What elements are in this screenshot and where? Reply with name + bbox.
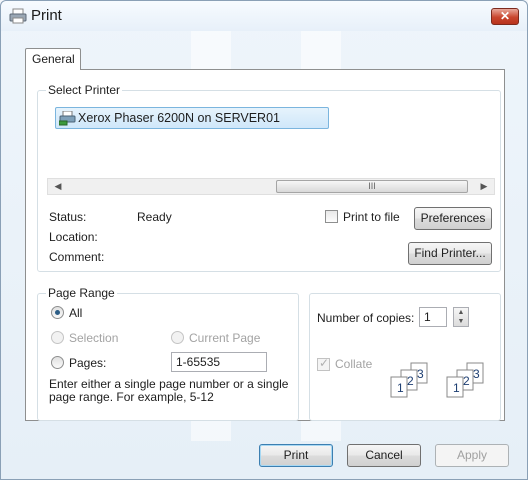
print-to-file-checkbox[interactable]	[325, 210, 338, 223]
title-bar: Print ✕	[1, 1, 527, 31]
status-value: Ready	[137, 210, 172, 224]
range-all-label[interactable]: All	[69, 306, 82, 320]
printer-list-scrollbar[interactable]: ◀ III ▶	[47, 178, 495, 195]
apply-button[interactable]: Apply	[435, 444, 509, 467]
scroll-left-icon[interactable]: ◀	[50, 180, 66, 193]
copies-spinner[interactable]: ▲ ▼	[453, 307, 469, 327]
page-range-hint: Enter either a single page number or a s…	[49, 377, 289, 404]
collate-icon: 3 2 1	[390, 362, 428, 398]
collate-b-page-1: 1	[453, 381, 460, 395]
printer-name: Xerox Phaser 6200N on SERVER01	[78, 111, 280, 125]
collate-label[interactable]: Collate	[335, 357, 372, 371]
spin-up-icon[interactable]: ▲	[454, 308, 468, 317]
range-current-page-radio[interactable]	[171, 331, 184, 344]
radio-selected-dot	[55, 310, 60, 315]
collate-checkbox[interactable]: ✓	[317, 356, 330, 371]
cancel-button[interactable]: Cancel	[347, 444, 421, 467]
window-title: Print	[31, 7, 62, 24]
scroll-thumb[interactable]: III	[276, 180, 468, 193]
range-all-radio[interactable]	[51, 306, 64, 319]
print-dialog: Print ✕ General Select Printer Xerox Pha…	[0, 0, 528, 480]
select-printer-legend: Select Printer	[46, 83, 123, 97]
printer-icon	[9, 8, 27, 24]
copies-input[interactable]: 1	[419, 307, 447, 327]
collate-icon: 3 2 1	[446, 362, 484, 398]
pages-input-value: 1-65535	[176, 355, 221, 369]
collate-a-page-2: 2	[407, 374, 414, 388]
collate-a-page-3: 3	[417, 367, 424, 381]
range-current-page-label[interactable]: Current Page	[189, 331, 260, 345]
comment-label: Comment:	[49, 250, 105, 264]
print-to-file-label[interactable]: Print to file	[343, 210, 400, 224]
scroll-grip: III	[368, 181, 376, 191]
range-pages-radio[interactable]	[51, 356, 64, 369]
collate-b-page-3: 3	[473, 367, 480, 381]
network-printer-icon	[59, 111, 76, 126]
printer-item-selected[interactable]: Xerox Phaser 6200N on SERVER01	[55, 107, 329, 129]
tab-general[interactable]: General	[25, 48, 81, 70]
collate-b-page-2: 2	[463, 374, 470, 388]
preferences-button[interactable]: Preferences	[414, 207, 492, 230]
check-icon: ✓	[319, 356, 330, 370]
page-range-legend: Page Range	[46, 286, 117, 300]
collate-a-page-1: 1	[397, 381, 404, 395]
range-pages-label[interactable]: Pages:	[69, 356, 106, 370]
close-button[interactable]: ✕	[491, 8, 519, 25]
spin-down-icon[interactable]: ▼	[454, 317, 468, 326]
copies-label: Number of copies:	[317, 311, 415, 325]
location-label: Location:	[49, 230, 98, 244]
print-button[interactable]: Print	[259, 444, 333, 467]
range-selection-label[interactable]: Selection	[69, 331, 118, 345]
status-label: Status:	[49, 210, 87, 224]
tab-general-label: General	[32, 52, 75, 66]
range-selection-radio[interactable]	[51, 331, 64, 344]
copies-input-value: 1	[424, 310, 431, 324]
find-printer-button[interactable]: Find Printer...	[408, 242, 492, 265]
close-icon: ✕	[499, 9, 511, 23]
scroll-right-icon[interactable]: ▶	[476, 180, 492, 193]
pages-input[interactable]: 1-65535	[171, 352, 267, 372]
